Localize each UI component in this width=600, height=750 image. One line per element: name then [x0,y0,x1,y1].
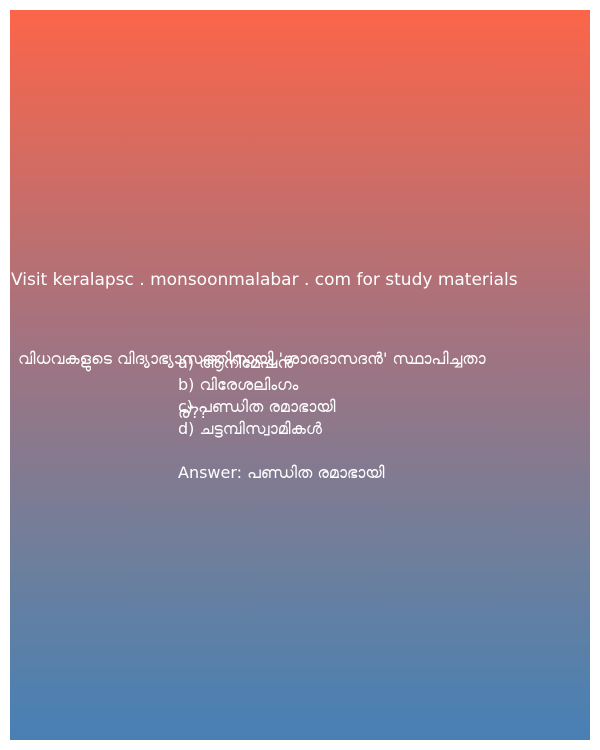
option-b: b) വിരേശലിംഗം [178,375,299,394]
answer-text: Answer: പണ്ഡിത രമാഭായി [178,463,385,482]
option-a: a) ആനിമേഷന്‍ [178,353,294,372]
options-list: a) ആനിമേഷന്‍ b) വിരേശലിംഗം c) പണ്ഡിത രമാ… [178,352,336,440]
promo-text: Visit keralapsc . monsoonmalabar . com f… [11,270,518,290]
question-card: Visit keralapsc . monsoonmalabar . com f… [10,10,590,740]
option-c: c) പണ്ഡിത രമാഭായി [178,397,336,416]
option-d: d) ചട്ടമ്പിസ്വാമികള്‍ [178,419,322,438]
